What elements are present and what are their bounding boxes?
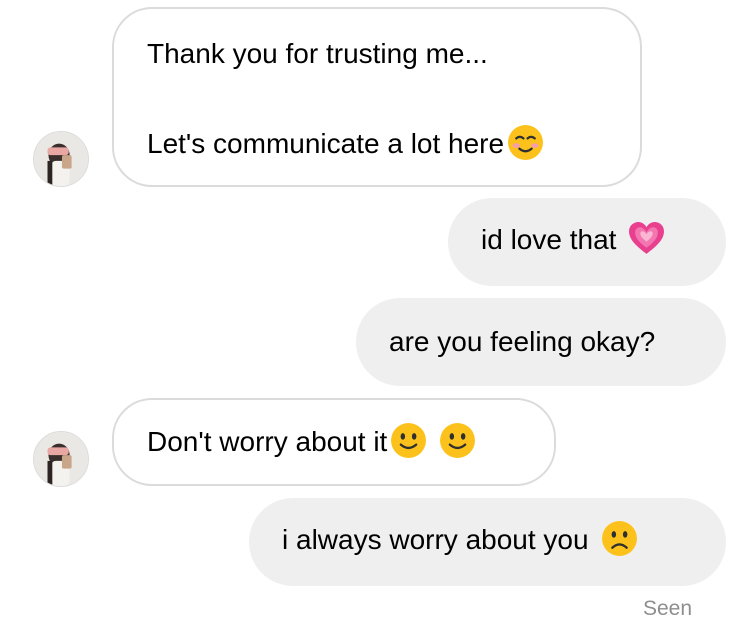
contact-avatar[interactable] xyxy=(33,431,89,487)
message-text: are you feeling okay? xyxy=(389,326,656,357)
growing-heart-icon xyxy=(628,220,665,257)
message-text: i always worry about you xyxy=(282,524,589,555)
outgoing-message-bubble[interactable]: i always worry about you xyxy=(249,498,726,586)
outgoing-message-bubble[interactable]: are you feeling okay? xyxy=(356,298,726,386)
frowning-face-icon xyxy=(601,520,638,557)
smiling-face-icon xyxy=(507,124,544,161)
incoming-message-bubble[interactable]: Thank you for trusting me... Let's commu… xyxy=(112,7,642,187)
message-text: Don't worry about it xyxy=(147,426,388,457)
slightly-smiling-face-icon xyxy=(439,422,476,459)
incoming-message-bubble[interactable]: Don't worry about it xyxy=(112,398,556,486)
contact-avatar[interactable] xyxy=(33,131,89,187)
outgoing-message-bubble[interactable]: id love that xyxy=(448,198,726,286)
slightly-smiling-face-icon xyxy=(390,422,427,459)
message-text-line-1: Thank you for trusting me... xyxy=(147,38,488,69)
message-text: id love that xyxy=(481,224,617,255)
seen-status: Seen xyxy=(642,597,692,620)
message-text-line-2: Let's communicate a lot here xyxy=(147,128,505,159)
